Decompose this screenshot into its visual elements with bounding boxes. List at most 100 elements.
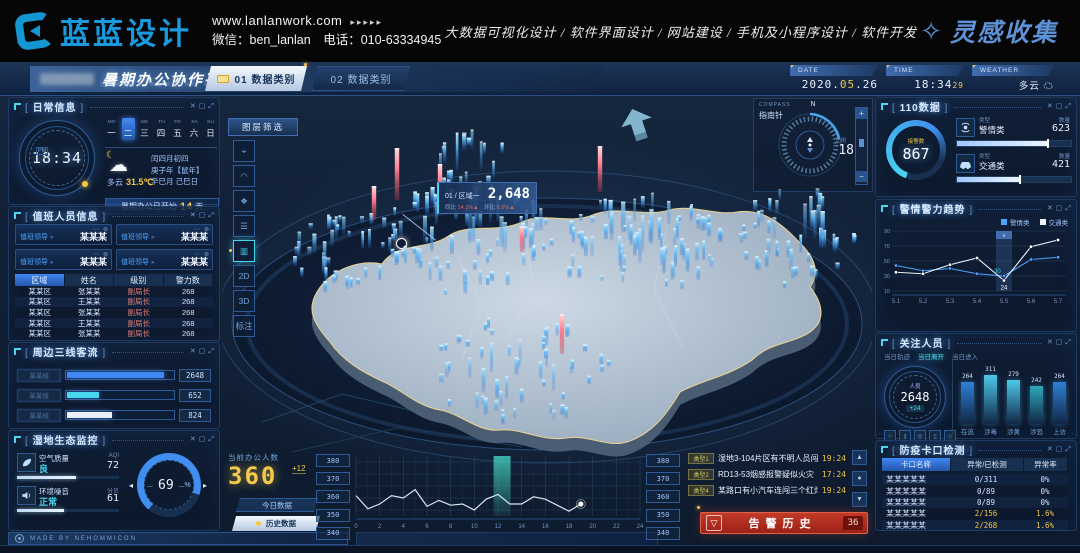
window-icon[interactable]: ▢ xyxy=(199,348,206,355)
svg-text:10: 10 xyxy=(884,289,890,295)
layer-button-2d[interactable]: 2D xyxy=(233,265,255,287)
table-row[interactable]: 某某区王某某副局长268 xyxy=(15,297,213,308)
zoom-in-button[interactable]: + xyxy=(856,108,867,119)
tab-data-category-1[interactable]: 01 数据类别 xyxy=(205,66,307,91)
table-row[interactable]: 某某区张某某副局长268 xyxy=(15,286,213,297)
layer-button-bar-chart[interactable]: ▥ xyxy=(233,240,255,262)
week-day[interactable]: TU二 xyxy=(122,118,135,140)
svg-text:5.2: 5.2 xyxy=(919,299,928,305)
expand-icon[interactable]: ⤢ xyxy=(208,212,214,219)
trend-legend: 警情类 交通类 xyxy=(1001,217,1068,227)
alert-row[interactable]: 类型2RD13-53烟感报警疑似火灾17:24 xyxy=(688,466,846,482)
expand-icon[interactable]: ⤢ xyxy=(1065,103,1071,110)
week-day[interactable]: SA六 xyxy=(188,118,201,140)
checkpoint-row[interactable]: 某某某某某2/1561.6% xyxy=(882,508,1068,519)
website-link[interactable]: www.lanlanwork.com xyxy=(212,13,342,28)
zoom-slider[interactable]: + − xyxy=(855,107,868,185)
checkpoint-rate: 0% xyxy=(1022,475,1068,484)
type-stat-row: 类型交通类数量421 xyxy=(956,152,1070,188)
week-day[interactable]: TH四 xyxy=(155,118,168,140)
flow-bar-track xyxy=(65,410,175,420)
type-label: 类型 xyxy=(979,116,990,124)
alert-row[interactable]: 类型4某路口有小汽车连闯三个红灯19:24 xyxy=(688,482,846,498)
week-day[interactable]: WE三 xyxy=(138,118,151,140)
history-data-button[interactable]: 历史数据 xyxy=(232,516,320,531)
checkpoint-row[interactable]: 某某某某某0/3110% xyxy=(882,474,1068,485)
table-row[interactable]: 某某区张某某副局长268 xyxy=(15,307,213,318)
week-day[interactable]: MO一 xyxy=(105,118,118,140)
alert-row[interactable]: 类型1湿地3-104片区有不明人员闯入19:24 xyxy=(688,450,846,466)
gauge-left-arrow[interactable]: ◂ xyxy=(129,481,133,490)
tab-data-category-2[interactable]: 02 数据类别 xyxy=(312,66,410,91)
table-row[interactable]: 某某区王某某副局长268 xyxy=(15,318,213,329)
duty-leader-card[interactable]: 值班领导»⋯⊗某某某 xyxy=(15,224,112,245)
expand-icon[interactable]: ⤢ xyxy=(1065,446,1071,453)
close-icon[interactable]: ✕ xyxy=(1047,205,1053,212)
close-icon[interactable]: ✕ xyxy=(190,348,196,355)
layer-button-pin[interactable]: ⌖ xyxy=(233,140,255,162)
close-icon[interactable]: ✕ xyxy=(190,212,196,219)
flow-line-label[interactable]: 某某线 xyxy=(17,389,61,402)
zoom-out-button[interactable]: − xyxy=(856,171,867,182)
bottom-edge-bar xyxy=(0,545,1080,553)
compass-dial[interactable] xyxy=(776,111,844,179)
expand-icon[interactable]: ⤢ xyxy=(208,436,214,443)
duty-leader-card[interactable]: 值班领导»⋯⊗某某某 xyxy=(116,224,213,245)
window-icon[interactable]: ▢ xyxy=(1056,446,1063,453)
close-icon[interactable]: ✕ xyxy=(1047,339,1053,346)
window-icon[interactable]: ▢ xyxy=(1056,205,1063,212)
close-icon[interactable]: ✕ xyxy=(1047,446,1053,453)
svg-text:18: 18 xyxy=(566,524,573,530)
expand-icon[interactable]: ⤢ xyxy=(1065,205,1071,212)
layer-button-list[interactable]: ☰ xyxy=(233,215,255,237)
flow-line-label[interactable]: 某某线 xyxy=(17,369,61,382)
sparkle-icon: ✧ xyxy=(920,18,942,44)
scroll-up-icon[interactable]: ▲ xyxy=(852,450,867,465)
alarm-history-count: 36 xyxy=(843,516,863,530)
scroll-thumb-icon[interactable]: ● xyxy=(852,471,867,486)
checkpoint-row[interactable]: 某某某某某2/2681.6% xyxy=(882,520,1068,531)
week-day[interactable]: SU日 xyxy=(204,118,217,140)
close-icon[interactable]: ✕ xyxy=(190,103,196,110)
window-icon[interactable]: ▢ xyxy=(199,212,206,219)
expand-icon[interactable]: ⤢ xyxy=(1065,339,1071,346)
alert-type-tag: 类型1 xyxy=(688,453,714,464)
type-stat-row: 类型警情类数量623 xyxy=(956,116,1070,152)
ytick-box: 360 xyxy=(316,490,350,503)
ytick-box: 340 xyxy=(316,527,350,540)
layer-button-3d[interactable]: 3D xyxy=(233,290,255,312)
leaf-icon xyxy=(17,453,36,472)
checkpoint-row[interactable]: 某某某某某0/890% xyxy=(882,497,1068,508)
window-icon[interactable]: ▢ xyxy=(199,436,206,443)
window-icon[interactable]: ▢ xyxy=(1056,339,1063,346)
expand-icon[interactable]: ⤢ xyxy=(208,348,214,355)
week-day[interactable]: FR五 xyxy=(171,118,184,140)
alarm-count-gauge: 接警数 867 xyxy=(886,120,946,180)
compass-label-en: COMPASS xyxy=(759,102,791,108)
window-icon[interactable]: ▢ xyxy=(1056,103,1063,110)
close-icon[interactable]: ✕ xyxy=(1047,103,1053,110)
flow-bar-value: 824 xyxy=(179,409,211,422)
alarm-history-button[interactable]: ▽ 告警历史 36 xyxy=(700,512,868,534)
zoom-slider-track[interactable] xyxy=(856,119,867,171)
duty-leader-card[interactable]: 值班领导»⋯⊗某某某 xyxy=(116,249,213,270)
speaker-icon xyxy=(17,486,36,505)
checkpoint-row[interactable]: 某某某某某0/890% xyxy=(882,485,1068,496)
layer-button-mark[interactable]: 标注 xyxy=(233,315,255,337)
focus-tab[interactable]: 当日轨迹 xyxy=(884,351,910,361)
close-icon[interactable]: ✕ xyxy=(190,436,196,443)
today-data-button[interactable]: 今日数据 xyxy=(236,498,318,512)
duty-cell: 张某某 xyxy=(65,286,115,297)
bar-category-label: 上访 xyxy=(1053,426,1066,436)
layer-button-radar[interactable]: ◠ xyxy=(233,165,255,187)
table-row[interactable]: 某某区张某某副局长268 xyxy=(15,328,213,339)
expand-icon[interactable]: ⤢ xyxy=(208,103,214,110)
layer-button-cluster[interactable]: ❖ xyxy=(233,190,255,212)
duty-leader-card[interactable]: 值班领导»⋯⊗某某某 xyxy=(15,249,112,270)
office-chart-yaxis-right: 380370360350340 xyxy=(646,454,680,540)
gauge-right-arrow[interactable]: ▸ xyxy=(203,481,207,490)
focus-tab[interactable]: 当日离开 xyxy=(918,351,944,361)
scroll-down-icon[interactable]: ▼ xyxy=(852,492,867,507)
flow-line-label[interactable]: 某某线 xyxy=(17,409,61,422)
window-icon[interactable]: ▢ xyxy=(199,103,206,110)
